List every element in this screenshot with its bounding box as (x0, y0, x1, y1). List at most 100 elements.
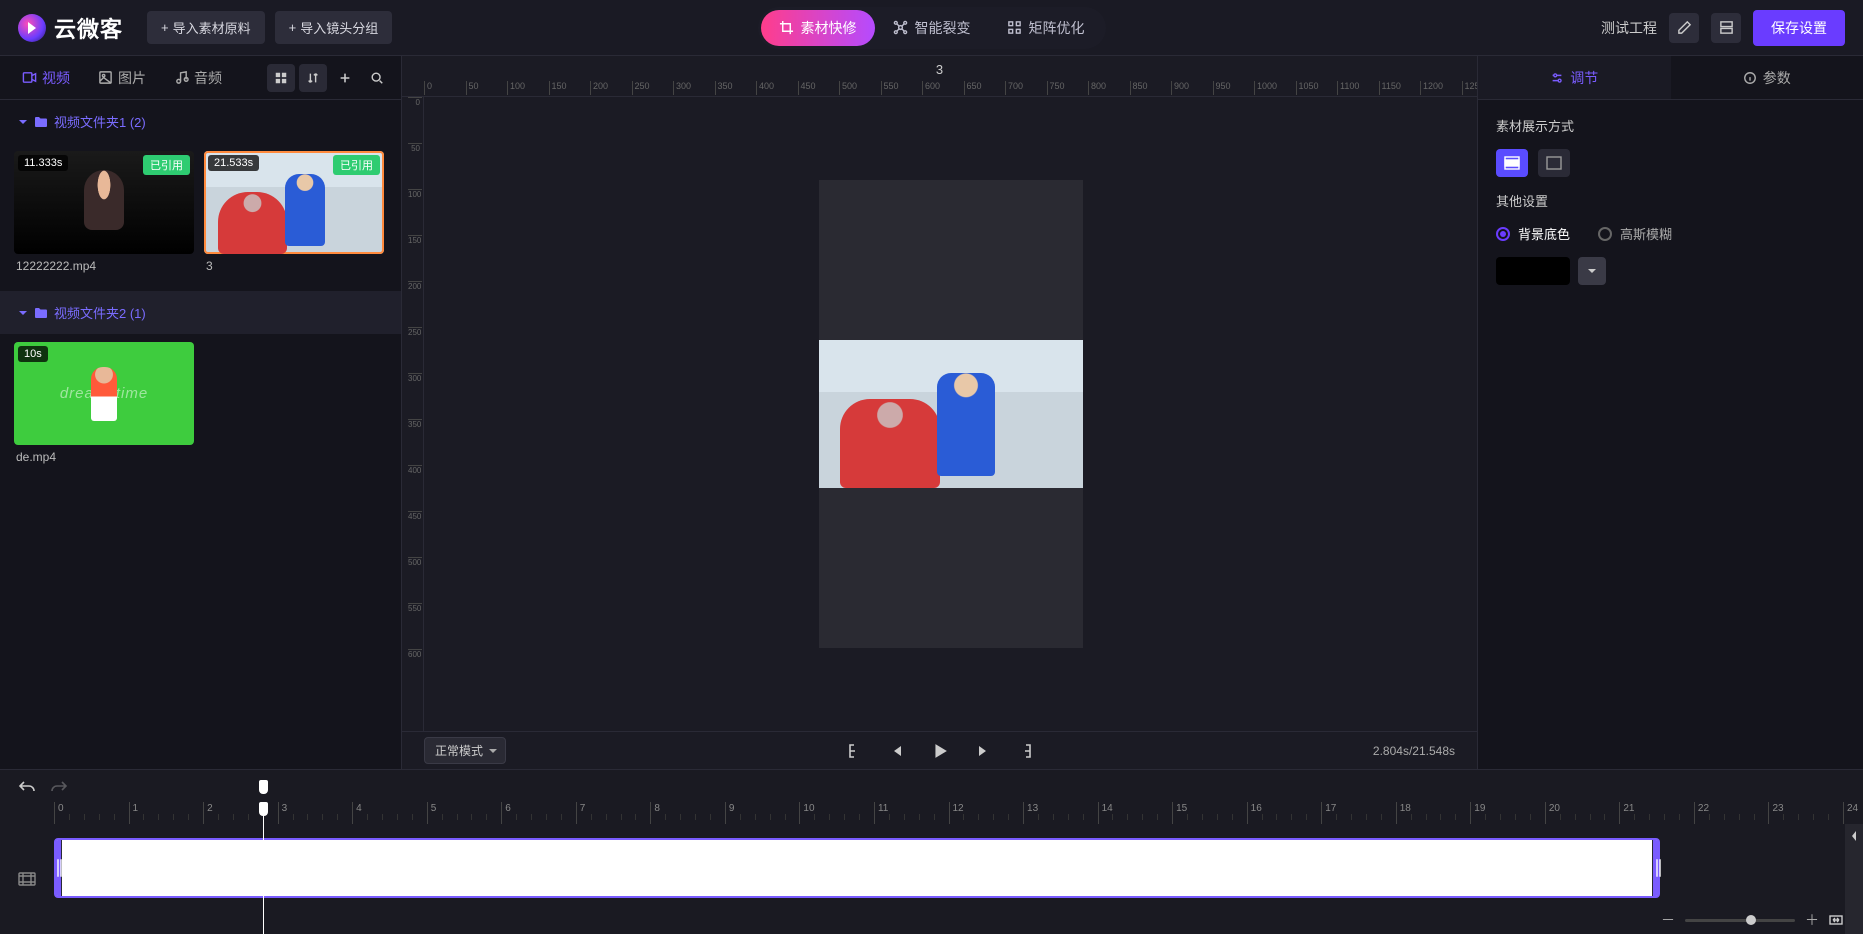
import-shots-button[interactable]: + 导入镜头分组 (275, 11, 393, 44)
plus-icon (338, 71, 352, 85)
asset-thumbnail[interactable]: 10sdreamstimede.mp4 (14, 342, 194, 464)
tab-smart-fission[interactable]: 智能裂变 (875, 10, 989, 46)
radio-gaussian-blur[interactable]: 高斯模糊 (1598, 224, 1672, 243)
thumbnail-name: 3 (204, 254, 384, 273)
import-material-label: 导入素材原料 (173, 18, 251, 37)
undo-icon (18, 779, 36, 793)
header-right: 测试工程 保存设置 (1601, 10, 1845, 46)
header-mode-tabs: 素材快修 智能裂变 矩阵优化 (758, 7, 1106, 49)
logo-icon (18, 14, 46, 42)
prev-frame-button[interactable] (887, 742, 905, 760)
display-fill-option[interactable] (1538, 149, 1570, 177)
clip-handle-right[interactable] (1652, 840, 1660, 896)
preview-controls: 正常模式 2.804s/21.548s (402, 731, 1477, 769)
app-header: 云微客 + 导入素材原料 + 导入镜头分组 素材快修 智能裂变 矩阵优化 测试工… (0, 0, 1863, 56)
redo-button[interactable] (50, 779, 68, 793)
timeline-ruler[interactable]: 0123456789101112131415161718192021222324 (54, 802, 1843, 824)
play-button[interactable] (931, 742, 949, 760)
search-icon (370, 71, 384, 85)
ruler-vertical: 050100150200250300350400450500550600 (402, 97, 424, 731)
save-settings-button[interactable]: 保存设置 (1753, 10, 1845, 46)
thumbnail-image: 21.533s 已引用 (204, 151, 384, 254)
app-logo: 云微客 (18, 12, 123, 44)
canvas-area[interactable] (424, 97, 1477, 731)
section-other: 其他设置 (1496, 191, 1845, 210)
tab-matrix-optimize[interactable]: 矩阵优化 (989, 10, 1103, 46)
folder-header[interactable]: 视频文件夹1 (2) (0, 100, 401, 143)
radio-dot-icon (1496, 227, 1510, 241)
import-material-button[interactable]: + 导入素材原料 (147, 11, 265, 44)
used-badge: 已引用 (333, 155, 380, 175)
clip-handle-left[interactable] (54, 840, 62, 896)
play-icon (932, 743, 948, 759)
undo-button[interactable] (18, 779, 36, 793)
zoom-out-button[interactable]: － (1661, 910, 1675, 930)
sort-button[interactable] (299, 64, 327, 92)
zoom-slider[interactable] (1685, 919, 1795, 922)
tab-label: 素材快修 (801, 18, 857, 38)
mark-in-button[interactable] (843, 742, 861, 760)
radio-bg-color[interactable]: 背景底色 (1496, 224, 1570, 243)
tab-adjust[interactable]: 调节 (1478, 56, 1671, 99)
section-display-mode: 素材展示方式 (1496, 116, 1845, 135)
grid-icon (1007, 20, 1022, 35)
layout-toggle-button[interactable] (1711, 13, 1741, 43)
plus-icon: + (289, 20, 297, 35)
logo-text: 云微客 (54, 12, 123, 44)
color-swatch[interactable] (1496, 257, 1570, 285)
zoom-thumb[interactable] (1746, 915, 1756, 925)
save-label: 保存设置 (1771, 20, 1827, 36)
tab-image[interactable]: 图片 (86, 62, 158, 94)
next-frame-button[interactable] (975, 742, 993, 760)
search-asset-button[interactable] (363, 64, 391, 92)
timeline-zoom: － ＋ (1661, 910, 1843, 930)
tab-material-quickfix[interactable]: 素材快修 (761, 10, 875, 46)
tab-label: 视频 (42, 68, 70, 88)
tab-audio[interactable]: 音频 (162, 62, 234, 94)
folder-header[interactable]: 视频文件夹2 (1) (0, 291, 401, 334)
folder-name: 视频文件夹1 (2) (54, 112, 146, 131)
asset-thumbnail[interactable]: 11.333s已引用12222222.mp4 (14, 151, 194, 273)
timeline-collapse-button[interactable] (1845, 824, 1863, 934)
image-icon (98, 70, 113, 85)
tile-icon (274, 71, 288, 85)
asset-thumbnail[interactable]: 21.533s 已引用 3 (204, 151, 384, 273)
timeline-track[interactable] (54, 824, 1843, 934)
tab-label: 音频 (194, 68, 222, 88)
asset-type-tabs: 视频 图片 音频 (0, 56, 401, 100)
fill-icon (1546, 156, 1562, 170)
mark-out-button[interactable] (1019, 742, 1037, 760)
timeline-toolbar (0, 770, 1863, 802)
duration-badge: 21.533s (208, 155, 259, 171)
tab-params[interactable]: 参数 (1671, 56, 1863, 99)
edit-project-button[interactable] (1669, 13, 1699, 43)
track-header (0, 824, 54, 934)
timeline-clip[interactable] (54, 838, 1660, 898)
mode-label: 正常模式 (435, 744, 483, 758)
zoom-in-button[interactable]: ＋ (1805, 910, 1819, 930)
audio-icon (174, 70, 189, 85)
artboard[interactable] (819, 180, 1083, 648)
fission-icon (893, 20, 908, 35)
radio-label: 背景底色 (1518, 224, 1570, 243)
thumbnail-image: 10sdreamstime (14, 342, 194, 445)
playhead[interactable] (263, 824, 264, 934)
thumbnail-name: 12222222.mp4 (14, 254, 194, 273)
plus-icon: + (161, 20, 169, 35)
crop-icon (779, 20, 794, 35)
display-fit-option[interactable] (1496, 149, 1528, 177)
color-dropdown[interactable] (1578, 257, 1606, 285)
tab-label: 矩阵优化 (1029, 18, 1085, 38)
chevron-down-icon (18, 117, 28, 127)
step-fwd-icon (977, 744, 991, 758)
preview-frame (819, 340, 1083, 488)
zoom-fit-button[interactable] (1829, 913, 1843, 927)
redo-icon (50, 779, 68, 793)
add-asset-button[interactable] (331, 64, 359, 92)
tile-view-button[interactable] (267, 64, 295, 92)
tab-video[interactable]: 视频 (10, 62, 82, 94)
duration-badge: 10s (18, 346, 48, 362)
radio-label: 高斯模糊 (1620, 224, 1672, 243)
thumbnail-name: de.mp4 (14, 445, 194, 464)
preview-mode-select[interactable]: 正常模式 (424, 737, 506, 764)
